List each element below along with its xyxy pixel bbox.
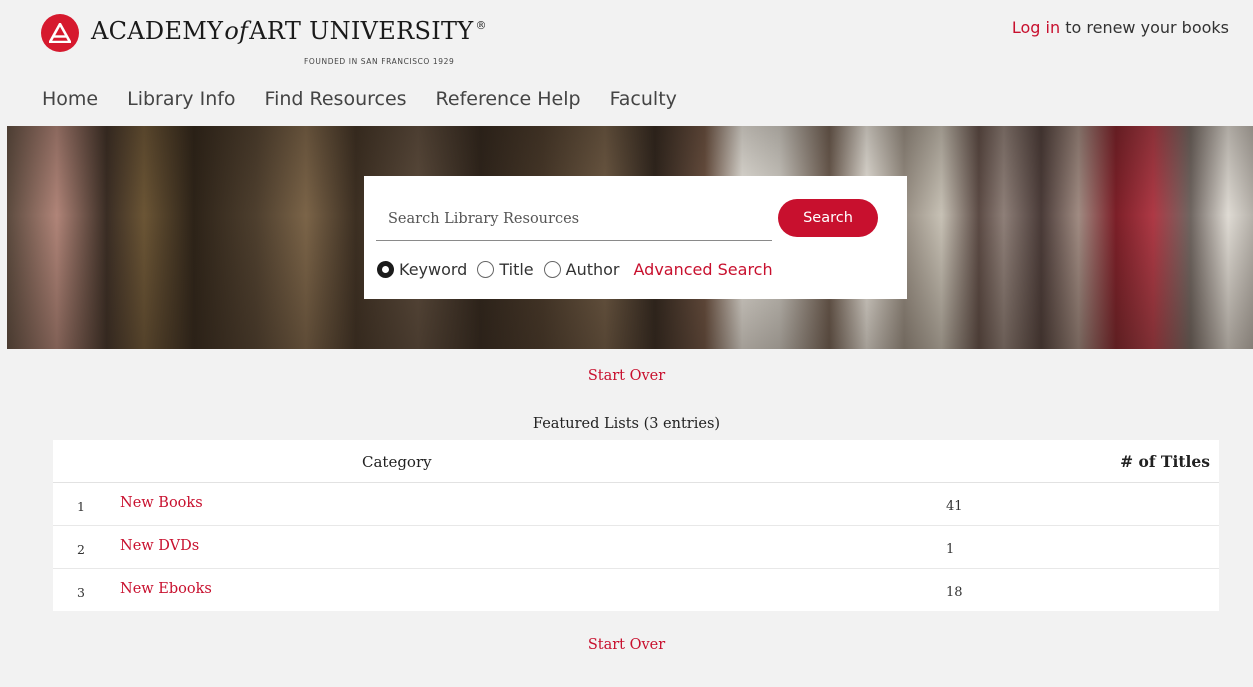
logo-wordmark: ACADEMY of ART UNIVERSITY ® FOUNDED IN S… xyxy=(91,17,487,66)
author-radio[interactable] xyxy=(543,261,561,278)
start-over-link-bottom[interactable]: Start Over xyxy=(588,637,665,653)
search-input[interactable] xyxy=(376,198,772,241)
logo-name-part1: ACADEMY xyxy=(91,17,224,45)
row-title-count: 41 xyxy=(946,499,963,514)
search-panel: Search Keyword Title Author Advanced Sea… xyxy=(364,176,907,299)
logo-triangle-icon xyxy=(41,14,79,52)
registered-mark: ® xyxy=(475,19,487,32)
nav-item-home[interactable]: Home xyxy=(42,88,98,110)
table-row: 1 New Books 41 xyxy=(53,483,1219,526)
row-index: 3 xyxy=(77,585,85,600)
table-row: 2 New DVDs 1 xyxy=(53,526,1219,569)
login-link[interactable]: Log in xyxy=(1012,18,1060,37)
nav-item-library-info[interactable]: Library Info xyxy=(127,88,235,110)
column-header-titles[interactable]: # of Titles xyxy=(1120,452,1210,471)
keyword-label: Keyword xyxy=(399,260,468,279)
start-over-bottom: Start Over xyxy=(0,637,1253,653)
main-nav: Home Library Info Find Resources Referen… xyxy=(42,88,706,110)
search-button[interactable]: Search xyxy=(778,199,878,237)
featured-lists-caption: Featured Lists (3 entries) xyxy=(532,416,721,432)
search-type-options: Keyword Title Author Advanced Search xyxy=(377,260,773,279)
title-label: Title xyxy=(499,260,534,279)
site-header: ACADEMY of ART UNIVERSITY ® FOUNDED IN S… xyxy=(0,0,1253,126)
row-category-link[interactable]: New DVDs xyxy=(120,538,199,554)
row-title-count: 1 xyxy=(946,542,955,557)
advanced-search-link[interactable]: Advanced Search xyxy=(634,260,773,279)
table-header: Category # of Titles xyxy=(53,440,1219,483)
column-header-category[interactable]: Category xyxy=(362,453,432,471)
title-radio[interactable] xyxy=(477,261,495,278)
logo-name-of: of xyxy=(224,17,249,45)
row-index: 1 xyxy=(77,499,85,514)
featured-lists-table: Category # of Titles 1 New Books 41 2 Ne… xyxy=(53,440,1219,611)
row-title-count: 18 xyxy=(946,585,963,600)
keyword-radio[interactable] xyxy=(377,261,394,278)
logo-name-part2: ART UNIVERSITY xyxy=(249,17,474,45)
university-logo[interactable]: ACADEMY of ART UNIVERSITY ® FOUNDED IN S… xyxy=(41,14,487,66)
nav-item-find-resources[interactable]: Find Resources xyxy=(265,88,407,110)
row-category-link[interactable]: New Books xyxy=(120,495,203,511)
row-index: 2 xyxy=(77,542,85,557)
start-over-link-top[interactable]: Start Over xyxy=(588,368,665,384)
nav-item-reference-help[interactable]: Reference Help xyxy=(436,88,581,110)
start-over-top: Start Over xyxy=(0,368,1253,384)
table-row: 3 New Ebooks 18 xyxy=(53,569,1219,611)
row-category-link[interactable]: New Ebooks xyxy=(120,581,212,597)
search-option-title[interactable]: Title xyxy=(477,260,534,279)
login-note: Log in to renew your books xyxy=(1012,18,1229,37)
author-label: Author xyxy=(565,260,620,279)
search-option-keyword[interactable]: Keyword xyxy=(377,260,467,279)
nav-item-faculty[interactable]: Faculty xyxy=(610,88,677,110)
search-option-author[interactable]: Author xyxy=(543,260,620,279)
logo-founded-tagline: FOUNDED IN SAN FRANCISCO 1929 xyxy=(304,57,455,66)
login-note-suffix: to renew your books xyxy=(1065,18,1229,37)
